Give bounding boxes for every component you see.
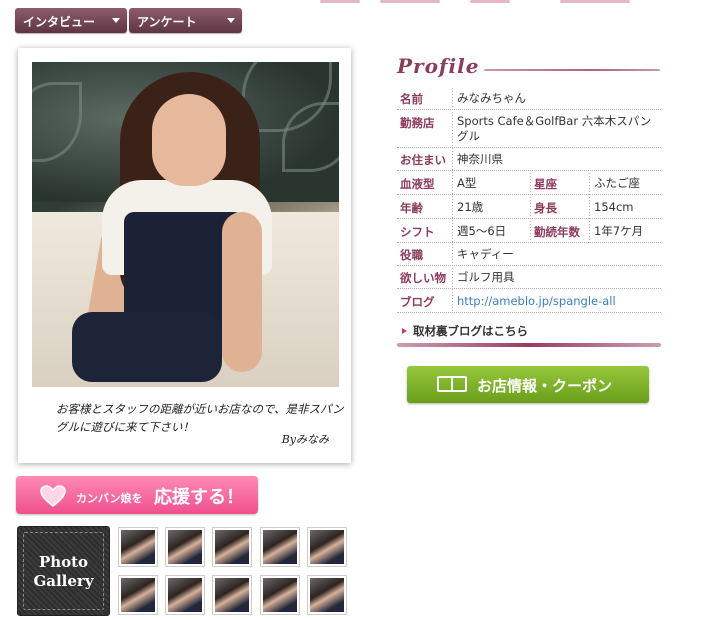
profile-value: みなみちゃん bbox=[457, 91, 526, 105]
blog-link[interactable]: http://ameblo.jp/spangle-all bbox=[457, 294, 616, 309]
gallery-label-line1: Photo bbox=[38, 553, 89, 571]
profile-row-age-height: 年齢 21歳 身長 154cm bbox=[397, 195, 661, 219]
profile-row-residence: お住まい 神奈川県 bbox=[397, 148, 661, 171]
profile-row-wish: 欲しい物 ゴルフ用具 bbox=[397, 266, 661, 289]
gallery-thumbnail[interactable] bbox=[118, 527, 158, 567]
profile-label: 年齢 bbox=[400, 201, 423, 215]
profile-row-shop: 勤務店 Sports Cafe＆GolfBar 六本木スパングル bbox=[397, 110, 661, 148]
photo-gallery-button[interactable]: Photo Gallery bbox=[17, 526, 110, 616]
arrow-right-icon bbox=[402, 328, 407, 334]
profile-row-name: 名前 みなみちゃん bbox=[397, 86, 661, 110]
polaroid-frame: お客様とスタッフの距離が近いお店なので、是非スパングルに遊びに来て下さい！ By… bbox=[18, 48, 351, 463]
profile-title-underline bbox=[484, 69, 660, 71]
profile-value: 154cm bbox=[594, 200, 634, 214]
profile-label: シフト bbox=[400, 225, 435, 239]
behind-the-scenes-blog-link[interactable]: 取材裏ブログはこちら bbox=[402, 323, 528, 339]
profile-row-blog: ブログ http://ameblo.jp/spangle-all bbox=[397, 289, 661, 313]
gallery-thumbnail[interactable] bbox=[118, 575, 158, 615]
profile-row-blood-sign: 血液型 A型 星座 ふたご座 bbox=[397, 171, 661, 195]
tab-interview[interactable]: インタビュー bbox=[15, 8, 127, 33]
chevron-down-icon bbox=[112, 18, 120, 23]
profile-row-position: 役職 キャディー bbox=[397, 243, 661, 266]
profile-bottom-divider bbox=[397, 343, 661, 347]
gallery-thumbnail[interactable] bbox=[260, 575, 300, 615]
photo-signature: Byみなみ bbox=[281, 433, 329, 446]
gallery-thumbnail[interactable] bbox=[307, 527, 347, 567]
gallery-thumbnail[interactable] bbox=[307, 575, 347, 615]
profile-label: お住まい bbox=[400, 153, 446, 167]
profile-label: 勤務店 bbox=[400, 116, 435, 130]
top-accent-line bbox=[0, 0, 702, 4]
gallery-label-line2: Gallery bbox=[33, 572, 94, 590]
support-button-prefix: カンバン娘を bbox=[76, 492, 143, 505]
profile-value: 週5〜6日 bbox=[457, 224, 507, 238]
profile-label: 勤続年数 bbox=[534, 225, 580, 239]
profile-photo bbox=[32, 62, 339, 387]
profile-label: 欲しい物 bbox=[400, 271, 446, 285]
gallery-thumbnail[interactable] bbox=[212, 527, 252, 567]
tab-questionnaire[interactable]: アンケート bbox=[129, 8, 242, 33]
profile-column-divider bbox=[589, 173, 590, 243]
profile-value: 神奈川県 bbox=[457, 152, 503, 166]
shop-info-coupon-button[interactable]: お店情報・クーポン bbox=[407, 366, 649, 403]
profile-value: Sports Cafe＆GolfBar 六本木スパングル bbox=[457, 114, 652, 143]
profile-value: ゴルフ用具 bbox=[457, 270, 515, 284]
profile-value: ふたご座 bbox=[594, 176, 640, 190]
support-button-label: 応援する！ bbox=[154, 487, 244, 508]
profile-label: 身長 bbox=[534, 201, 557, 215]
profile-title: Profile bbox=[397, 54, 480, 78]
profile-row-shift-tenure: シフト 週5〜6日 勤続年数 1年7ケ月 bbox=[397, 219, 661, 243]
heart-icon bbox=[40, 485, 66, 507]
profile-value: 21歳 bbox=[457, 200, 484, 214]
shop-button-label: お店情報・クーポン bbox=[477, 377, 613, 395]
profile-column-divider bbox=[530, 173, 531, 243]
profile-value: A型 bbox=[457, 176, 477, 190]
gallery-thumbnail[interactable] bbox=[260, 527, 300, 567]
gallery-thumbnail[interactable] bbox=[212, 575, 252, 615]
gallery-thumbnail[interactable] bbox=[165, 575, 205, 615]
profile-value: キャディー bbox=[457, 247, 514, 261]
book-icon bbox=[437, 376, 467, 392]
support-button[interactable]: カンバン娘を 応援する！ bbox=[16, 476, 258, 514]
profile-column-divider bbox=[452, 88, 453, 313]
behind-link-label: 取材裏ブログはこちら bbox=[413, 324, 528, 338]
gallery-thumbnail[interactable] bbox=[165, 527, 205, 567]
profile-label: 血液型 bbox=[400, 177, 435, 191]
tab-label: インタビュー bbox=[23, 15, 96, 29]
profile-value: 1年7ケ月 bbox=[594, 224, 644, 238]
profile-label: 星座 bbox=[534, 177, 557, 191]
profile-label: 名前 bbox=[400, 92, 423, 106]
chevron-down-icon bbox=[227, 18, 235, 23]
profile-label: 役職 bbox=[400, 248, 423, 262]
profile-label: ブログ bbox=[400, 295, 435, 309]
tab-label: アンケート bbox=[137, 15, 197, 29]
